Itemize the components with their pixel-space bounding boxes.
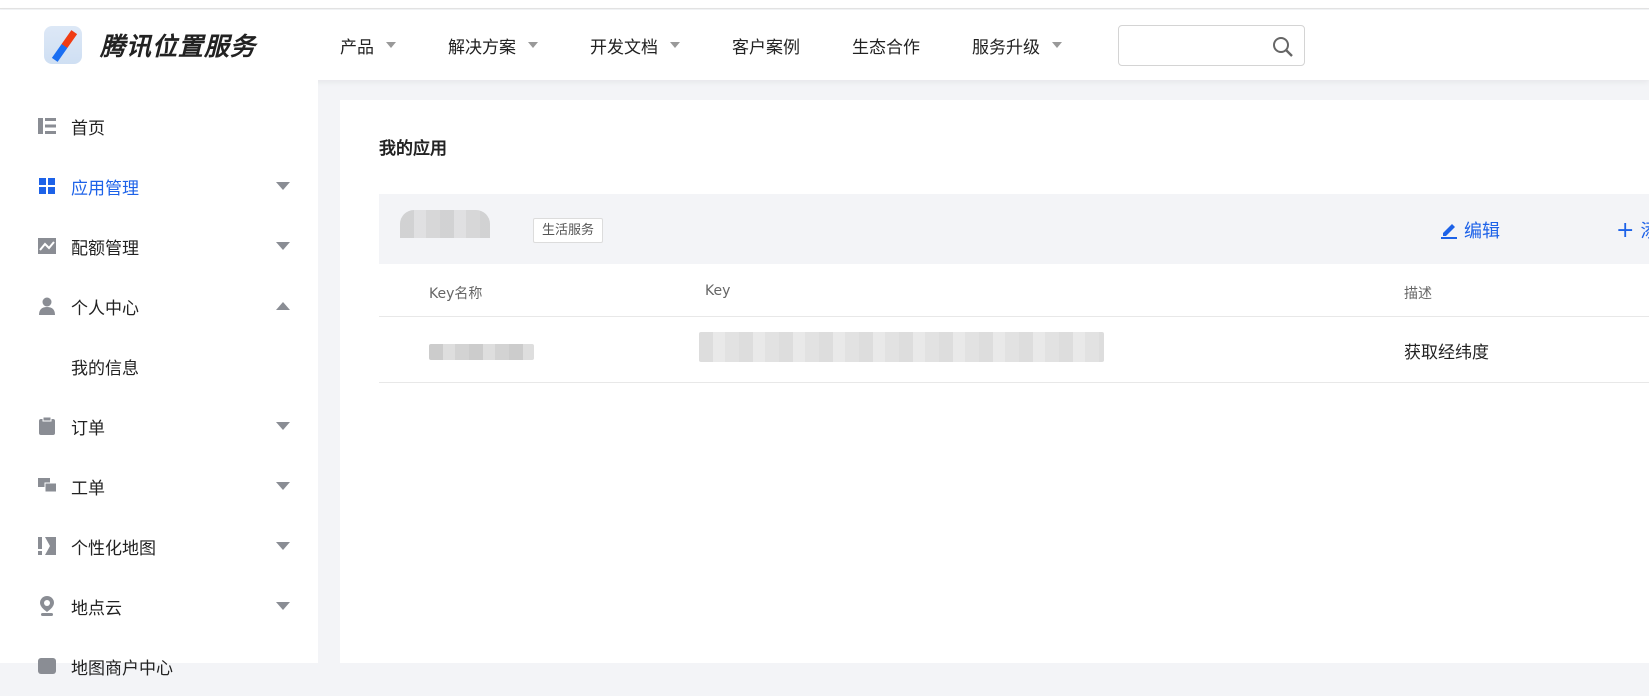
app-name-redacted: [400, 210, 490, 238]
nav-label: 服务升级: [972, 37, 1040, 58]
plus-icon: +: [1616, 217, 1635, 243]
page-title: 我的应用: [379, 139, 447, 159]
edit-button[interactable]: 编辑: [1440, 217, 1500, 243]
key-value-redacted[interactable]: [699, 332, 1104, 362]
caret-up-icon[interactable]: [276, 302, 290, 310]
app-category-tag: 生活服务: [533, 218, 604, 243]
sidebar-item-custom-map[interactable]: 个性化地图: [0, 516, 318, 576]
divider: [379, 382, 1649, 383]
compass-logo-icon: [44, 26, 82, 64]
col-key: Key: [705, 283, 731, 299]
sidebar-label: 个人中心: [71, 298, 139, 319]
app-header: 生活服务 编辑 +添: [379, 194, 1649, 264]
caret-down-icon[interactable]: [276, 482, 290, 490]
nav-solutions[interactable]: 解决方案: [448, 33, 538, 58]
search-input[interactable]: [1118, 24, 1305, 66]
search-icon[interactable]: [1272, 36, 1294, 58]
caret-down-icon[interactable]: [276, 602, 290, 610]
sidebar-item-tickets[interactable]: 工单: [0, 456, 318, 516]
nav-products[interactable]: 产品: [340, 33, 396, 58]
row-description: 获取经纬度: [1404, 343, 1489, 363]
nav-label: 解决方案: [448, 37, 516, 58]
divider: [379, 316, 1649, 317]
nav-label: 客户案例: [732, 37, 800, 58]
clipboard-icon: [38, 417, 56, 435]
sidebar-label: 个性化地图: [71, 538, 156, 559]
sidebar-label: 工单: [71, 478, 105, 499]
list-icon: [38, 117, 56, 135]
pin-icon: [38, 596, 56, 616]
key-name-redacted: [429, 344, 534, 360]
caret-down-icon[interactable]: [276, 242, 290, 250]
chart-icon: [38, 237, 56, 255]
sidebar-item-app-management[interactable]: 应用管理: [0, 156, 318, 216]
nav-ecosystem[interactable]: 生态合作: [852, 33, 920, 58]
sidebar-item-orders[interactable]: 订单: [0, 396, 318, 456]
sidebar-label: 应用管理: [71, 178, 139, 199]
nav-label: 生态合作: [852, 37, 920, 58]
nav-docs[interactable]: 开发文档: [590, 33, 680, 58]
sidebar-label: 我的信息: [71, 358, 139, 379]
caret-down-icon[interactable]: [276, 542, 290, 550]
edit-label: 编辑: [1464, 221, 1500, 242]
nav-label: 产品: [340, 37, 374, 58]
brand-name: 腾讯位置服务: [100, 32, 257, 61]
caret-down-icon: [670, 42, 680, 48]
store-icon: [38, 657, 56, 675]
sidebar-label: 地点云: [71, 598, 122, 619]
main-panel: 我的应用 生活服务 编辑 +添 Key名称 Key 描述 获取经纬度: [340, 100, 1649, 663]
caret-down-icon: [1052, 42, 1062, 48]
style-icon: [38, 537, 56, 555]
top-border: [0, 0, 1649, 9]
caret-down-icon: [528, 42, 538, 48]
sidebar-item-place-cloud[interactable]: 地点云: [0, 576, 318, 636]
nav-cases[interactable]: 客户案例: [732, 33, 800, 58]
add-label: 添: [1640, 217, 1649, 243]
sidebar-label: 地图商户中心: [71, 658, 173, 679]
sidebar-item-merchant[interactable]: 地图商户中心: [0, 636, 318, 696]
brand-logo[interactable]: 腾讯位置服务: [44, 26, 340, 64]
user-icon: [38, 297, 56, 315]
grid-icon: [38, 177, 56, 195]
nav-upgrade[interactable]: 服务升级: [972, 33, 1062, 58]
top-nav: 产品 解决方案 开发文档 客户案例 生态合作 服务升级: [340, 24, 1305, 66]
caret-down-icon: [386, 42, 396, 48]
col-description: 描述: [1404, 286, 1432, 302]
sidebar-label: 首页: [71, 118, 105, 139]
caret-down-icon[interactable]: [276, 422, 290, 430]
caret-down-icon[interactable]: [276, 182, 290, 190]
sidebar-label: 订单: [71, 418, 105, 439]
sidebar-item-my-info[interactable]: 我的信息: [0, 336, 318, 396]
pencil-icon: [1441, 224, 1457, 239]
sidebar-label: 配额管理: [71, 238, 139, 259]
sidebar-item-quota[interactable]: 配额管理: [0, 216, 318, 276]
sidebar: 首页 应用管理 配额管理 个人中心 我的信息 订单 工单 个性化地图 地点云 地…: [0, 80, 318, 679]
add-button[interactable]: +添: [1616, 217, 1649, 243]
sidebar-item-home[interactable]: 首页: [0, 96, 318, 156]
sidebar-item-personal[interactable]: 个人中心: [0, 276, 318, 336]
header: 腾讯位置服务 产品 解决方案 开发文档 客户案例 生态合作 服务升级: [0, 10, 1649, 80]
col-key-name: Key名称: [429, 286, 483, 302]
nav-label: 开发文档: [590, 37, 658, 58]
chat-icon: [38, 477, 56, 495]
